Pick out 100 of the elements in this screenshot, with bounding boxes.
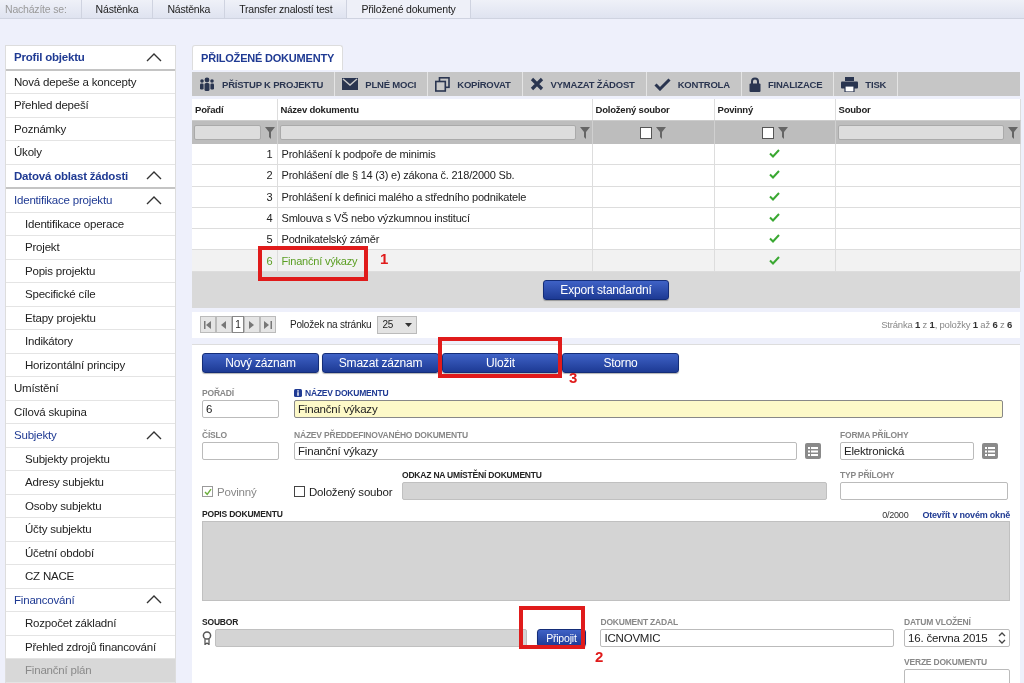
filter-field[interactable]	[194, 125, 261, 140]
table-row[interactable]: 1 Prohlášení k podpoře de minimis	[192, 144, 1020, 165]
column-header[interactable]: Název dokumentu	[277, 99, 592, 121]
action-button[interactable]: Uložit	[442, 352, 559, 373]
chevron-icon[interactable]	[146, 430, 162, 440]
check-icon	[653, 77, 671, 91]
sidebar-item[interactable]: Poznámky	[6, 117, 175, 141]
sidebar-heading[interactable]: Identifikace projektu	[6, 189, 175, 213]
sidebar-item[interactable]: Úkoly	[6, 141, 175, 165]
input-field[interactable]	[840, 481, 1008, 500]
table-cell: Prohlášení k definici malého a středního podnikatele	[281, 190, 527, 203]
field-label: TYP PŘÍLOHY	[840, 470, 896, 480]
column-header[interactable]: Doložený soubor	[592, 99, 714, 121]
sidebar-item[interactable]: Nová depeše a koncepty	[6, 70, 175, 94]
next-page-button[interactable]	[244, 316, 260, 334]
sidebar-item[interactable]: Účetní období	[6, 541, 175, 565]
page-field[interactable]: 1	[232, 316, 244, 334]
chevron-icon[interactable]	[146, 195, 162, 205]
filter-icon[interactable]	[1007, 126, 1018, 139]
column-header[interactable]: Povinný	[714, 99, 835, 121]
input-field[interactable]	[904, 668, 1010, 683]
filter-icon[interactable]	[656, 126, 666, 139]
input-field[interactable]: 16. června 2015	[904, 628, 1010, 647]
chevron-icon[interactable]	[146, 171, 162, 181]
sidebar-heading[interactable]: Profil objektu	[6, 46, 175, 71]
page-size-select[interactable]: 25	[377, 315, 418, 334]
input-field[interactable]: 6	[202, 399, 279, 418]
sidebar-item[interactable]: Umístění	[6, 377, 175, 401]
input-field[interactable]: Finanční výkazy	[294, 399, 1003, 418]
chevron-icon[interactable]	[146, 52, 162, 62]
sidebar-item[interactable]: Specifické cíle	[6, 283, 175, 307]
table-row[interactable]: 5 Podnikatelský záměr	[192, 228, 1020, 250]
toolbar-button[interactable]: TISK	[834, 72, 899, 96]
breadcrumb-link[interactable]: Nástěnka	[153, 0, 226, 18]
action-button[interactable]: Nový záznam	[202, 352, 319, 373]
printer-icon	[841, 76, 859, 92]
sidebar-item[interactable]: Rozpočet základní	[6, 612, 175, 636]
first-page-button[interactable]	[200, 316, 216, 334]
export-button[interactable]: Export standardní	[543, 279, 669, 300]
input-field[interactable]: Finanční výkazy	[294, 441, 797, 460]
previous-page-button[interactable]	[216, 316, 232, 334]
field-label: NÁZEV PŘEDDEFINOVANÉHO DOKUMENTU	[294, 430, 469, 440]
filter-icon[interactable]	[777, 126, 788, 139]
field-label: ČÍSLO	[202, 430, 228, 440]
chevron-icon[interactable]	[146, 595, 162, 605]
sidebar-item[interactable]: Indikátory	[6, 330, 175, 354]
filter-checkbox[interactable]	[761, 126, 774, 139]
sidebar-item[interactable]: Identifikace operace	[6, 212, 175, 236]
filter-icon[interactable]	[579, 126, 590, 139]
step-number: 2	[595, 648, 604, 665]
table-cell: 5	[266, 233, 273, 246]
filter-icon[interactable]	[264, 126, 275, 139]
breadcrumb-link[interactable]: Přiložené dokumenty	[347, 0, 471, 18]
people-icon	[199, 77, 215, 91]
toolbar-button[interactable]: KOPÍROVAT	[428, 72, 523, 96]
sidebar-item[interactable]: Horizontální principy	[6, 353, 175, 377]
filter-field[interactable]	[279, 125, 576, 140]
field-label: ODKAZ NA UMÍSTĚNÍ DOKUMENTU	[402, 470, 543, 480]
checkbox[interactable]: Doložený soubor	[294, 485, 402, 498]
sidebar-heading[interactable]: Datová oblast žádosti	[6, 164, 175, 189]
table-row[interactable]: 3 Prohlášení k definici malého a středního podnikatele	[192, 186, 1020, 208]
action-button[interactable]: Storno	[562, 352, 679, 373]
envelope-icon	[342, 78, 359, 90]
sidebar-item[interactable]: Popis projektu	[6, 259, 175, 283]
field-label: VERZE DOKUMENTU	[904, 657, 988, 667]
last-page-button[interactable]	[260, 316, 276, 334]
sidebar-item[interactable]: Etapy projektu	[6, 306, 175, 330]
sidebar-item[interactable]: Přehled depeší	[6, 94, 175, 118]
tab[interactable]: PŘILOŽENÉ DOKUMENTY	[192, 45, 344, 70]
table-row[interactable]: 4 Smlouva s VŠ nebo výzkumnou institucí	[192, 207, 1020, 229]
column-header[interactable]: Soubor	[835, 99, 1020, 121]
table-row[interactable]: 2 Prohlášení dle § 14 (3) e) zákona č. 218/2000 Sb.	[192, 164, 1020, 187]
table-cell: 3	[266, 190, 273, 203]
toolbar-button[interactable]: PŘÍSTUP K PROJEKTU	[192, 72, 336, 96]
sidebar-item[interactable]: Cílová skupina	[6, 400, 175, 424]
sidebar-item[interactable]: Účty subjektu	[6, 518, 175, 542]
toolbar-button[interactable]: PLNÉ MOCI	[335, 72, 429, 96]
table-cell: 2	[266, 169, 273, 182]
sidebar-item[interactable]: Projekt	[6, 236, 175, 260]
column-header[interactable]: Pořadí	[192, 99, 277, 121]
input-field[interactable]: ICNOVMIC	[600, 628, 895, 647]
breadcrumb-link[interactable]: Nástěnka	[81, 0, 154, 18]
copy-icon	[435, 76, 451, 92]
sidebar-item[interactable]: Osoby subjektu	[6, 494, 175, 518]
sidebar-heading[interactable]: Financování	[6, 588, 175, 612]
filter-field[interactable]	[837, 125, 1004, 140]
sidebar-item[interactable]: CZ NACE	[6, 565, 175, 589]
action-button[interactable]: Smazat záznam	[322, 352, 439, 373]
input-field[interactable]	[202, 441, 279, 460]
toolbar-button[interactable]: KONTROLA	[646, 72, 742, 96]
sidebar-heading[interactable]: Subjekty	[6, 424, 175, 448]
toolbar-button[interactable]: VYMAZAT ŽÁDOST	[522, 72, 647, 96]
sidebar-item[interactable]: Adresy subjektu	[6, 471, 175, 495]
filter-checkbox[interactable]	[640, 126, 652, 139]
spinner-icon[interactable]	[998, 630, 1006, 645]
toolbar-button[interactable]: FINALIZACE	[741, 72, 835, 96]
list-icon[interactable]	[805, 442, 821, 459]
input-field[interactable]: Elektronická	[840, 441, 974, 460]
list-icon[interactable]	[982, 442, 998, 459]
sidebar-item[interactable]: Subjekty projektu	[6, 447, 175, 471]
